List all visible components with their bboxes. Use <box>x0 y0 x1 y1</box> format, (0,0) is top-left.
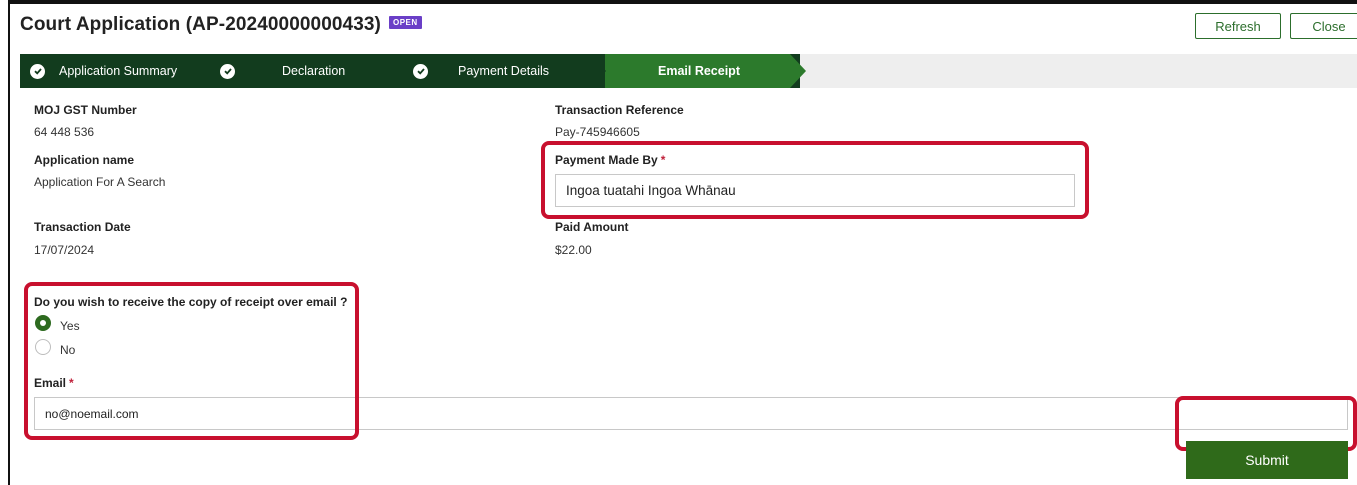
step-email-receipt[interactable]: Email Receipt <box>658 54 740 88</box>
transaction-date-value: 17/07/2024 <box>34 243 95 257</box>
application-name-value: Application For A Search <box>34 175 166 189</box>
check-circle-icon <box>413 63 428 79</box>
step-label: Application Summary <box>59 64 178 78</box>
transaction-reference-label: Transaction Reference <box>555 103 684 117</box>
stepper-divider-icon <box>590 54 606 88</box>
window-left-border <box>0 0 10 485</box>
close-button[interactable]: Close <box>1290 13 1357 39</box>
gst-number-value: 64 448 536 <box>34 125 95 139</box>
transaction-date-label: Transaction Date <box>34 220 131 234</box>
status-badge: OPEN <box>388 16 422 30</box>
step-application-summary[interactable]: Application Summary <box>30 54 177 88</box>
gst-number-label: MOJ GST Number <box>34 103 137 117</box>
refresh-button[interactable]: Refresh <box>1195 13 1281 39</box>
page-title-text: Court Application (AP-20240000000433) <box>20 14 381 35</box>
application-name-label: Application name <box>34 153 135 167</box>
highlight-email-receipt <box>24 282 359 440</box>
step-label: Declaration <box>282 64 346 78</box>
step-payment-details[interactable]: Payment Details <box>413 54 549 88</box>
paid-amount-label: Paid Amount <box>555 220 629 234</box>
transaction-reference-value: Pay-745946605 <box>555 125 640 139</box>
step-declaration[interactable]: Declaration <box>220 54 345 88</box>
submit-button[interactable]: Submit <box>1186 441 1348 479</box>
paid-amount-value: $22.00 <box>555 243 592 257</box>
stepper-arrow-icon <box>790 54 806 88</box>
highlight-payment-made-by <box>541 141 1089 219</box>
step-label: Payment Details <box>458 64 550 78</box>
check-circle-icon <box>220 63 235 79</box>
check-circle-icon <box>30 63 45 79</box>
progress-stepper: Application Summary Declaration Payment … <box>20 54 1357 88</box>
page-title: Court Application (AP-20240000000433) OPE… <box>20 14 422 36</box>
page-header: Court Application (AP-20240000000433) OPE… <box>10 4 1357 49</box>
step-label: Email Receipt <box>658 64 740 78</box>
